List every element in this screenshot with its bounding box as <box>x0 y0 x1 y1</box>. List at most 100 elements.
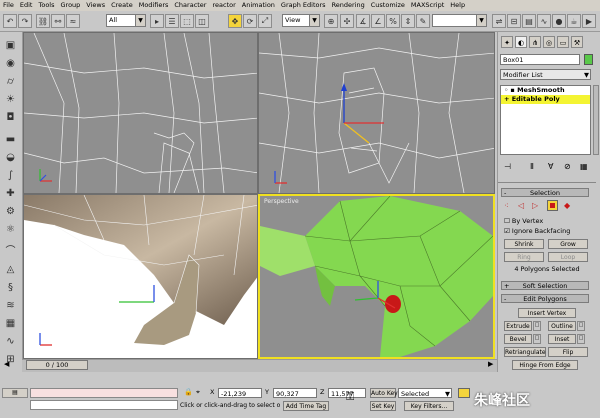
key-icon[interactable]: ⚿ <box>346 390 354 404</box>
curve-editor-icon[interactable]: ∿ <box>537 14 551 28</box>
reference-coord-dropdown[interactable]: View ▼ <box>282 14 320 27</box>
stack-item-editable-poly[interactable]: + Editable Poly <box>501 95 590 104</box>
soft-selection-rollout-header[interactable]: + Soft Selection <box>501 281 589 290</box>
select-object-icon[interactable]: ▸ <box>150 14 164 28</box>
mirror-icon[interactable]: ⇌ <box>492 14 506 28</box>
maxscript-listener-icon[interactable]: ▤ <box>2 388 28 398</box>
box-icon[interactable]: ▣ <box>3 38 18 53</box>
x-coordinate-field[interactable]: -21,239 <box>218 388 262 398</box>
maxscript-input[interactable] <box>30 400 178 410</box>
make-unique-icon[interactable]: ∀ <box>548 162 553 171</box>
hinge-from-edge-button[interactable]: Hinge From Edge <box>512 360 578 370</box>
wave-icon[interactable]: ∿ <box>3 334 18 349</box>
stack-item-meshsmooth[interactable]: ◦ ▪ MeshSmooth <box>501 86 590 95</box>
extrude-settings-icon[interactable]: □ <box>533 321 541 331</box>
percent-snap-icon[interactable]: % <box>386 14 400 28</box>
menu-rendering[interactable]: Rendering <box>329 0 368 11</box>
menu-edit[interactable]: Edit <box>17 0 36 11</box>
modifier-list-dropdown[interactable]: Modifier List ▼ <box>500 69 591 80</box>
link-icon[interactable]: ⛓ <box>36 14 50 28</box>
stack-scrollbar[interactable] <box>593 85 599 155</box>
spinner-snap-icon[interactable]: ⇕ <box>401 14 415 28</box>
add-time-tag-button[interactable]: Add Time Tag <box>283 401 329 411</box>
viewport-top[interactable] <box>23 32 258 194</box>
plane-icon[interactable]: ▬ <box>3 132 18 147</box>
modify-tab-icon[interactable]: ◐ <box>515 36 527 48</box>
slider-left-arrow-icon[interactable]: ◀ <box>4 360 9 368</box>
menu-customize[interactable]: Customize <box>368 0 408 11</box>
utilities-tab-icon[interactable]: ⚒ <box>571 36 583 48</box>
ignore-backfacing-checkbox[interactable]: ☑ Ignore Backfacing <box>504 227 570 235</box>
menu-tools[interactable]: Tools <box>35 0 57 11</box>
edit-polygons-rollout-header[interactable]: - Edit Polygons <box>501 294 589 303</box>
menu-maxscript[interactable]: MAXScript <box>408 0 447 11</box>
selection-filter-dropdown[interactable]: All ▼ <box>106 14 146 27</box>
bevel-settings-icon[interactable]: □ <box>533 334 541 344</box>
sphere-icon[interactable]: ◉ <box>3 56 18 71</box>
set-key-mode-icon[interactable] <box>458 388 470 398</box>
pin-stack-icon[interactable]: ⊣ <box>504 162 511 171</box>
menu-file[interactable]: File <box>0 0 17 11</box>
redo-icon[interactable]: ↷ <box>18 14 32 28</box>
named-selection-set-dropdown[interactable]: ▼ <box>432 14 487 27</box>
bevel-button[interactable]: Bevel <box>504 334 532 344</box>
show-end-result-icon[interactable]: Ⅱ <box>530 162 534 171</box>
layer-manager-icon[interactable]: ▤ <box>522 14 536 28</box>
key-selection-dropdown[interactable]: Selected ▼ <box>398 388 452 398</box>
window-crossing-icon[interactable]: ◫ <box>195 14 209 28</box>
unlink-icon[interactable]: ⚯ <box>51 14 65 28</box>
set-key-button[interactable]: Set Key <box>370 401 396 411</box>
light-icon[interactable]: ☀ <box>3 92 18 107</box>
lock-selection-icon[interactable]: 🔒 <box>184 388 193 396</box>
outline-button[interactable]: Outline <box>548 321 576 331</box>
menu-modifiers[interactable]: Modifiers <box>136 0 172 11</box>
select-move-icon[interactable]: ✥ <box>228 14 242 28</box>
vertex-icon[interactable]: ⁖ <box>504 201 509 210</box>
absolute-mode-icon[interactable]: ⌖ <box>196 388 200 397</box>
align-icon[interactable]: ⊟ <box>507 14 521 28</box>
outline-settings-icon[interactable]: □ <box>577 321 585 331</box>
menu-help[interactable]: Help <box>447 0 468 11</box>
select-manipulate-icon[interactable]: ✣ <box>340 14 354 28</box>
display-tab-icon[interactable]: ▭ <box>557 36 569 48</box>
flip-button[interactable]: Flip <box>548 347 588 357</box>
taper-icon[interactable]: ◬ <box>3 262 18 277</box>
menu-views[interactable]: Views <box>83 0 108 11</box>
menu-reactor[interactable]: reactor <box>209 0 238 11</box>
selection-rollout-header[interactable]: - Selection <box>501 188 589 197</box>
inset-settings-icon[interactable]: □ <box>577 334 585 344</box>
undo-icon[interactable]: ↶ <box>3 14 17 28</box>
menu-group[interactable]: Group <box>58 0 84 11</box>
render-scene-icon[interactable]: ☕ <box>567 14 581 28</box>
gear-icon[interactable]: ⚙ <box>3 204 18 219</box>
inset-button[interactable]: Inset <box>548 334 576 344</box>
bind-space-warp-icon[interactable]: ≈ <box>66 14 80 28</box>
named-selection-icon[interactable]: ✎ <box>416 14 430 28</box>
ffd-icon[interactable]: ▦ <box>3 316 18 331</box>
menu-animation[interactable]: Animation <box>239 0 278 11</box>
viewport-left[interactable] <box>23 194 258 359</box>
by-vertex-checkbox[interactable]: ☐ By Vertex <box>504 217 543 225</box>
border-icon[interactable]: ▷ <box>532 201 538 210</box>
maxscript-mini-listener[interactable] <box>30 388 178 398</box>
slider-right-arrow-icon[interactable]: ▶ <box>488 360 493 368</box>
noise-icon[interactable]: ≋ <box>3 298 18 313</box>
remove-modifier-icon[interactable]: ⊘ <box>564 162 571 171</box>
select-scale-icon[interactable]: ⤢ <box>258 14 272 28</box>
cylinder-icon[interactable]: ⌭ <box>3 74 18 89</box>
twist-icon[interactable]: § <box>3 280 18 295</box>
insert-vertex-button[interactable]: Insert Vertex <box>518 308 576 318</box>
spline-icon[interactable]: ∫ <box>3 168 18 183</box>
select-rotate-icon[interactable]: ⟳ <box>243 14 257 28</box>
camera-icon[interactable]: ◘ <box>3 110 18 125</box>
extrude-button[interactable]: Extrude <box>504 321 532 331</box>
material-editor-icon[interactable]: ● <box>552 14 566 28</box>
viewport-perspective[interactable]: Perspective <box>258 194 495 359</box>
configure-sets-icon[interactable]: ▦ <box>580 162 588 171</box>
menu-graph-editors[interactable]: Graph Editors <box>278 0 329 11</box>
select-by-name-icon[interactable]: ☰ <box>165 14 179 28</box>
create-tab-icon[interactable]: ✦ <box>501 36 513 48</box>
grow-button[interactable]: Grow <box>548 239 588 249</box>
edge-icon[interactable]: ◁ <box>518 201 524 210</box>
polygon-icon[interactable] <box>547 200 558 211</box>
